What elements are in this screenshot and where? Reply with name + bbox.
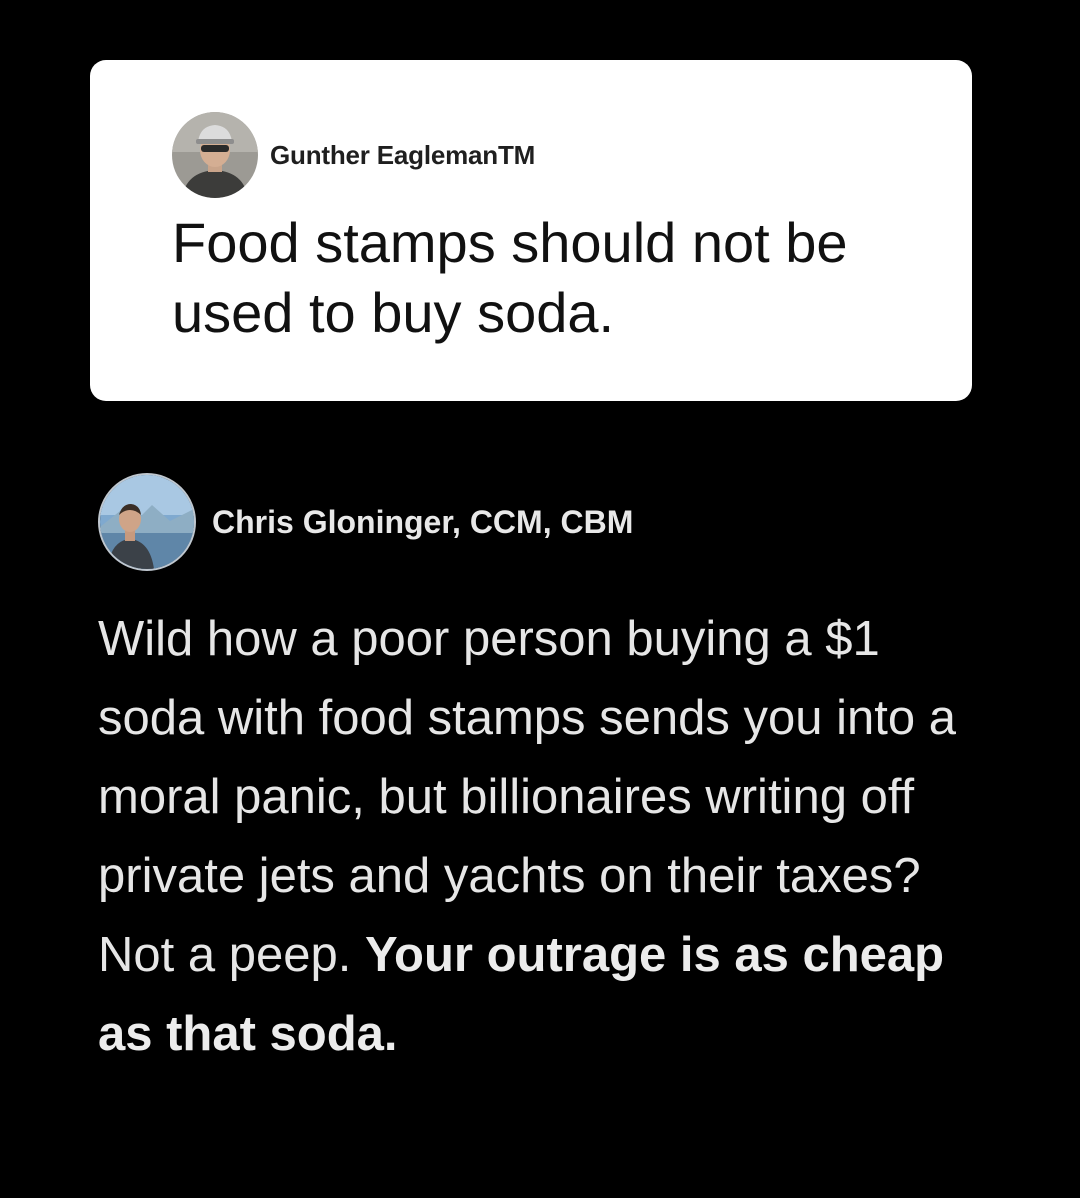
reply-body: Wild how a poor person buying a $1 soda … bbox=[98, 612, 957, 982]
user-avatar-icon bbox=[100, 475, 194, 569]
reply-text: Wild how a poor person buying a $1 soda … bbox=[98, 600, 978, 1074]
user-avatar-icon bbox=[172, 112, 258, 198]
original-post-card: Gunther EaglemanTM Food stamps should no… bbox=[90, 60, 972, 401]
avatar[interactable] bbox=[98, 473, 196, 571]
reply-author-name[interactable]: Chris Gloninger, CCM, CBM bbox=[212, 504, 633, 541]
avatar[interactable] bbox=[172, 112, 258, 198]
post-text: Food stamps should not be used to buy so… bbox=[172, 211, 848, 344]
post-header: Gunther EaglemanTM bbox=[172, 112, 535, 198]
post-author-name[interactable]: Gunther EaglemanTM bbox=[270, 140, 535, 171]
reply-header: Chris Gloninger, CCM, CBM bbox=[98, 473, 633, 571]
